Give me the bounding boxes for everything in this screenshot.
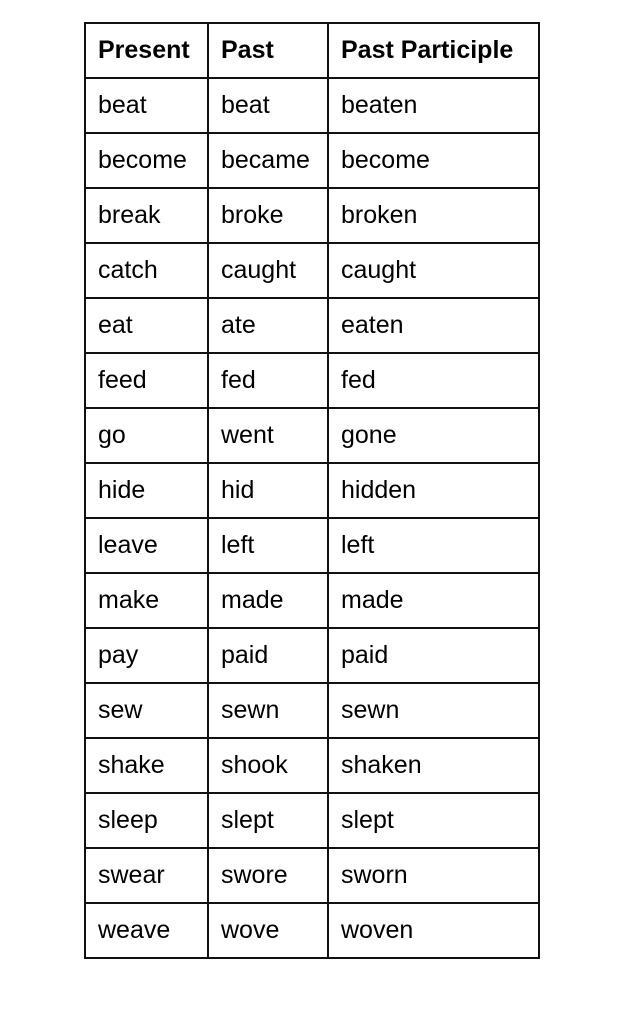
table-row: hide hid hidden [84, 462, 540, 519]
present-cell: break [84, 187, 209, 244]
present-cell: feed [84, 352, 209, 409]
past-cell: ate [207, 297, 329, 354]
past-participle-cell: broken [327, 187, 540, 244]
past-cell: caught [207, 242, 329, 299]
past-participle-cell: fed [327, 352, 540, 409]
table-row: pay paid paid [84, 627, 540, 684]
past-participle-cell: gone [327, 407, 540, 464]
header-row: Present Past Past Participle [84, 22, 540, 79]
past-participle-cell: woven [327, 902, 540, 959]
present-cell: go [84, 407, 209, 464]
past-cell: sewn [207, 682, 329, 739]
past-participle-cell: paid [327, 627, 540, 684]
table-row: leave left left [84, 517, 540, 574]
past-cell: made [207, 572, 329, 629]
past-cell: wove [207, 902, 329, 959]
past-cell: fed [207, 352, 329, 409]
verb-forms-table: Present Past Past Participle beat beat bea… [84, 22, 540, 959]
past-participle-cell: eaten [327, 297, 540, 354]
past-participle-cell: shaken [327, 737, 540, 794]
past-participle-cell: sworn [327, 847, 540, 904]
table-row: eat ate eaten [84, 297, 540, 354]
present-cell: become [84, 132, 209, 189]
present-cell: weave [84, 902, 209, 959]
past-cell: shook [207, 737, 329, 794]
past-participle-cell: beaten [327, 77, 540, 134]
past-cell: left [207, 517, 329, 574]
past-participle-cell: slept [327, 792, 540, 849]
table-row: beat beat beaten [84, 77, 540, 134]
past-cell: became [207, 132, 329, 189]
table-row: feed fed fed [84, 352, 540, 409]
past-participle-cell: sewn [327, 682, 540, 739]
table-row: catch caught caught [84, 242, 540, 299]
present-cell: swear [84, 847, 209, 904]
present-cell: make [84, 572, 209, 629]
past-participle-cell: made [327, 572, 540, 629]
table-row: shake shook shaken [84, 737, 540, 794]
present-cell: hide [84, 462, 209, 519]
past-cell: broke [207, 187, 329, 244]
table-row: swear swore sworn [84, 847, 540, 904]
header-present: Present [84, 22, 209, 79]
present-cell: leave [84, 517, 209, 574]
present-cell: catch [84, 242, 209, 299]
past-participle-cell: become [327, 132, 540, 189]
table-row: become became become [84, 132, 540, 189]
past-cell: paid [207, 627, 329, 684]
table-row: break broke broken [84, 187, 540, 244]
table-row: sew sewn sewn [84, 682, 540, 739]
present-cell: sew [84, 682, 209, 739]
present-cell: sleep [84, 792, 209, 849]
present-cell: eat [84, 297, 209, 354]
past-participle-cell: caught [327, 242, 540, 299]
past-cell: swore [207, 847, 329, 904]
past-cell: hid [207, 462, 329, 519]
table-row: make made made [84, 572, 540, 629]
past-cell: slept [207, 792, 329, 849]
past-cell: beat [207, 77, 329, 134]
table-row: sleep slept slept [84, 792, 540, 849]
present-cell: shake [84, 737, 209, 794]
present-cell: beat [84, 77, 209, 134]
header-past: Past [207, 22, 329, 79]
table-row: go went gone [84, 407, 540, 464]
present-cell: pay [84, 627, 209, 684]
table-row: weave wove woven [84, 902, 540, 959]
header-past-participle: Past Participle [327, 22, 540, 79]
past-participle-cell: left [327, 517, 540, 574]
past-cell: went [207, 407, 329, 464]
past-participle-cell: hidden [327, 462, 540, 519]
